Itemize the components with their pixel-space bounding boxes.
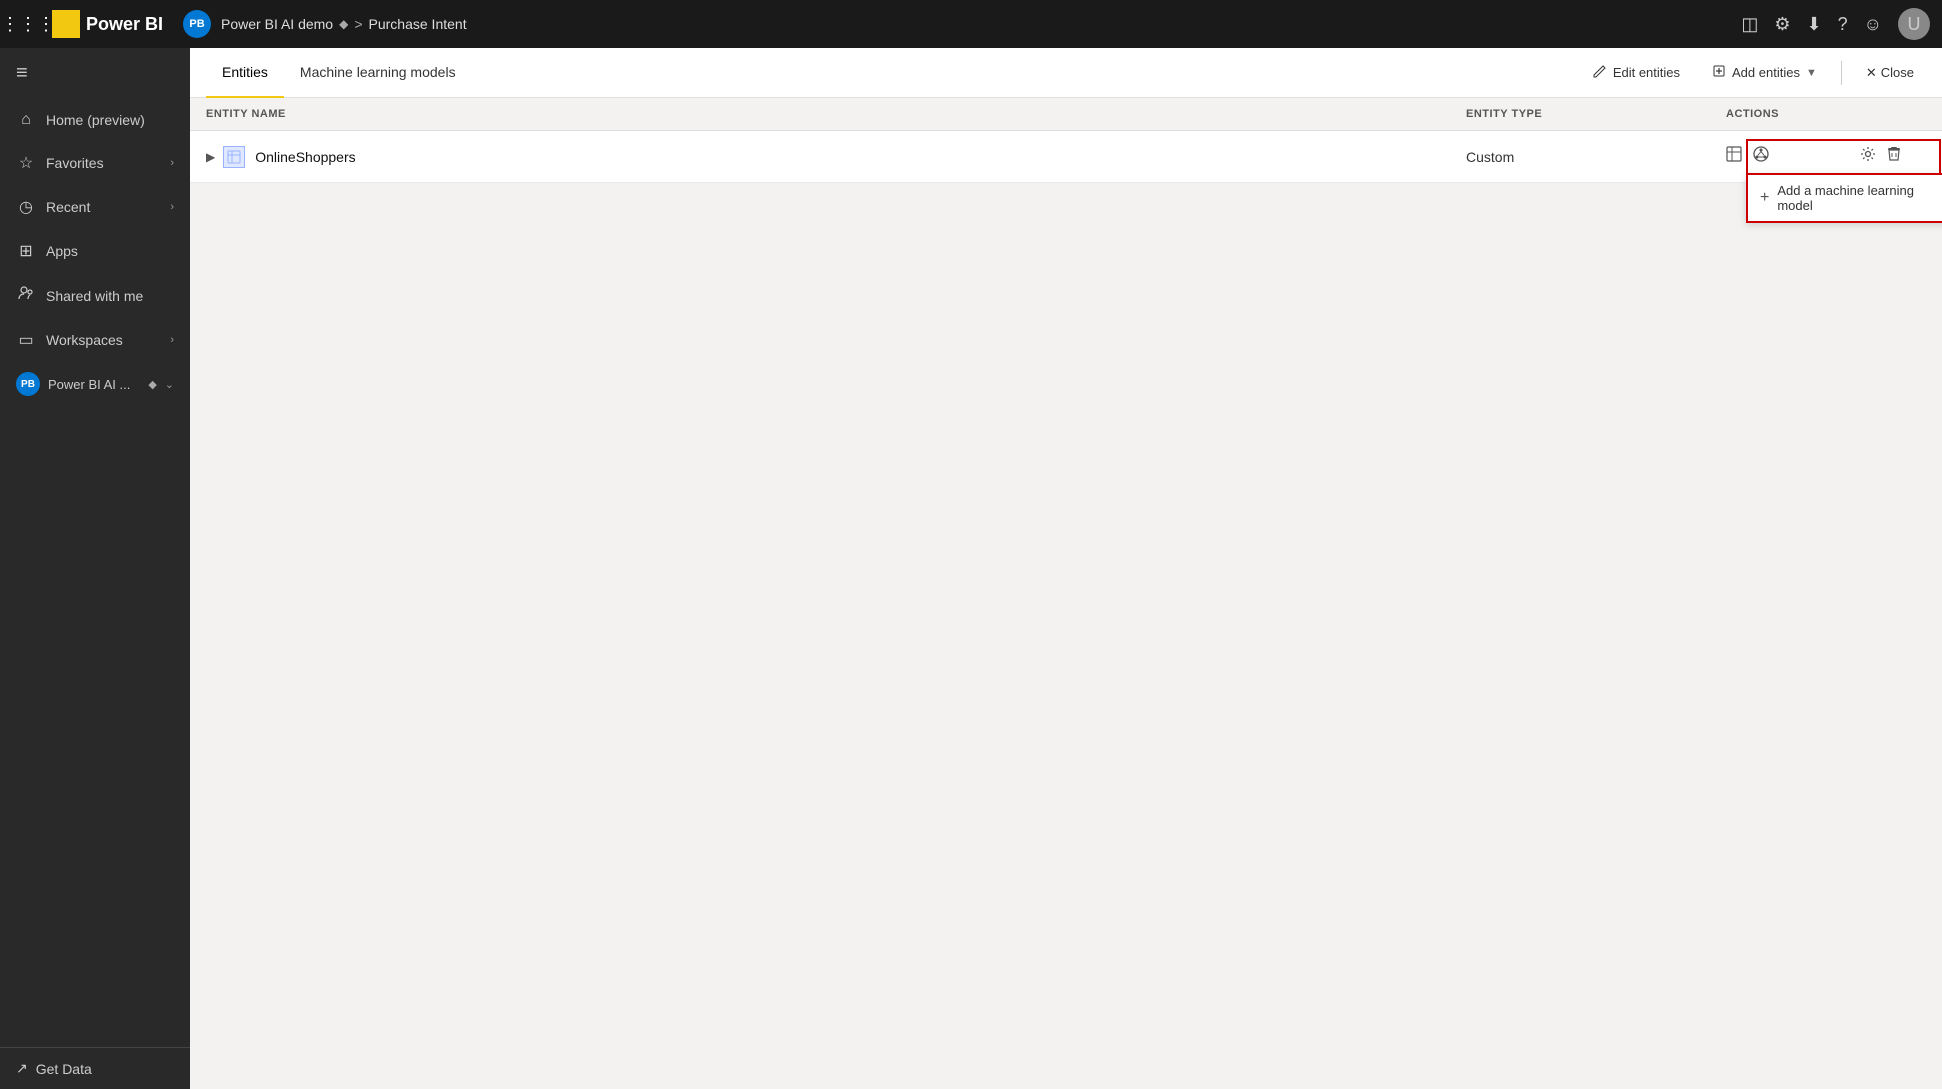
table-area: ENTITY NAME ENTITY TYPE ACTIONS ▶ Online… bbox=[190, 98, 1942, 1089]
sidebar: ≡ ⌂ Home (preview) ☆ Favorites › ◷ Recen… bbox=[0, 48, 190, 1089]
get-data-icon: ↗ bbox=[16, 1060, 28, 1077]
dropdown-arrow-icon[interactable]: ▼ bbox=[1806, 67, 1817, 79]
workspace-diamond-icon: ◆ bbox=[148, 378, 156, 391]
monitor-icon[interactable]: ◫ bbox=[1741, 14, 1758, 35]
powerbi-logo-svg bbox=[57, 15, 75, 33]
add-ml-model-dropdown[interactable]: + Add a machine learning model bbox=[1746, 173, 1942, 223]
main-layout: ≡ ⌂ Home (preview) ☆ Favorites › ◷ Recen… bbox=[0, 48, 1942, 1089]
tab-entities[interactable]: Entities bbox=[206, 48, 284, 98]
breadcrumb-separator: > bbox=[354, 16, 362, 32]
topbar-icons: ◫ ⚙ ⬇ ? ☺ U bbox=[1741, 8, 1930, 40]
close-label: Close bbox=[1881, 65, 1914, 80]
add-ml-model-label: Add a machine learning model bbox=[1777, 183, 1942, 213]
workspace-diamond-icon: ◆ bbox=[339, 17, 348, 31]
workspace-name[interactable]: Power BI AI demo bbox=[221, 16, 333, 32]
chevron-right-icon: › bbox=[170, 201, 174, 213]
toolbar-divider bbox=[1841, 61, 1842, 85]
sidebar-item-label: Favorites bbox=[46, 155, 160, 171]
breadcrumb: PB Power BI AI demo ◆ > Purchase Intent bbox=[183, 10, 1733, 38]
add-entities-label: Add entities bbox=[1732, 65, 1800, 80]
edit-entities-button[interactable]: Edit entities bbox=[1581, 58, 1692, 87]
sidebar-item-workspaces[interactable]: ▭ Workspaces › bbox=[0, 318, 190, 362]
col-header-entity-name: ENTITY NAME bbox=[206, 108, 1466, 120]
sidebar-item-label: Recent bbox=[46, 199, 160, 215]
settings-icon[interactable]: ⚙ bbox=[1774, 14, 1790, 35]
add-entities-button[interactable]: Add entities ▼ bbox=[1700, 58, 1829, 87]
sidebar-get-data[interactable]: ↗ Get Data bbox=[0, 1048, 190, 1089]
help-icon[interactable]: ? bbox=[1838, 14, 1848, 35]
home-icon: ⌂ bbox=[16, 111, 36, 129]
settings-action-icon[interactable] bbox=[1860, 146, 1876, 167]
close-button[interactable]: ✕ Close bbox=[1854, 59, 1926, 87]
sidebar-item-label: Apps bbox=[46, 243, 174, 259]
workspaces-icon: ▭ bbox=[16, 330, 36, 350]
edit-entities-label: Edit entities bbox=[1613, 65, 1680, 80]
logo-icon bbox=[52, 10, 80, 38]
get-data-label: Get Data bbox=[36, 1061, 92, 1077]
action-ml-container: + Add a machine learning model bbox=[1752, 145, 1770, 168]
user-avatar[interactable]: U bbox=[1898, 8, 1930, 40]
plus-icon: + bbox=[1760, 189, 1769, 207]
waffle-button[interactable]: ⋮⋮⋮ bbox=[12, 8, 44, 40]
tab-ml-models[interactable]: Machine learning models bbox=[284, 48, 472, 98]
sidebar-item-home[interactable]: ⌂ Home (preview) bbox=[0, 99, 190, 141]
table-header: ENTITY NAME ENTITY TYPE ACTIONS bbox=[190, 98, 1942, 131]
download-icon[interactable]: ⬇ bbox=[1807, 14, 1822, 35]
entity-table-action-icon[interactable] bbox=[1726, 146, 1742, 167]
smiley-icon[interactable]: ☺ bbox=[1864, 14, 1882, 35]
ml-model-icon[interactable] bbox=[1752, 150, 1770, 167]
app-logo: Power BI bbox=[52, 10, 163, 38]
edit-icon bbox=[1593, 64, 1607, 81]
expand-icon[interactable]: ▶ bbox=[206, 150, 215, 164]
waffle-icon: ⋮⋮⋮ bbox=[1, 14, 55, 35]
chevron-down-icon: ⌄ bbox=[165, 378, 174, 391]
close-icon: ✕ bbox=[1866, 65, 1877, 81]
workspace-avatar: PB bbox=[183, 10, 211, 38]
entity-actions-cell: + Add a machine learning model bbox=[1726, 145, 1926, 168]
sidebar-item-apps[interactable]: ⊞ Apps bbox=[0, 229, 190, 273]
chevron-right-icon: › bbox=[170, 157, 174, 169]
sidebar-item-label: Home (preview) bbox=[46, 112, 174, 128]
sidebar-item-recent[interactable]: ◷ Recent › bbox=[0, 185, 190, 229]
workspace-avatar-small: PB bbox=[16, 372, 40, 396]
entity-type-cell: Custom bbox=[1466, 149, 1726, 165]
favorites-icon: ☆ bbox=[16, 153, 36, 173]
entity-table-icon bbox=[223, 146, 245, 168]
sidebar-workspace-item[interactable]: PB Power BI AI ... ◆ ⌄ bbox=[0, 362, 190, 406]
sidebar-bottom: ↗ Get Data bbox=[0, 1047, 190, 1089]
table-row: ▶ OnlineShoppers Custom bbox=[190, 131, 1942, 183]
sidebar-item-shared[interactable]: Shared with me bbox=[0, 273, 190, 318]
entity-name-cell: OnlineShoppers bbox=[255, 149, 1466, 165]
col-header-actions: ACTIONS bbox=[1726, 108, 1926, 120]
sidebar-menu-button[interactable]: ≡ bbox=[0, 48, 190, 99]
topbar: ⋮⋮⋮ Power BI PB Power BI AI demo ◆ > Pur… bbox=[0, 0, 1942, 48]
sidebar-item-label: Workspaces bbox=[46, 332, 160, 348]
chevron-right-icon: › bbox=[170, 334, 174, 346]
apps-icon: ⊞ bbox=[16, 241, 36, 261]
add-icon bbox=[1712, 64, 1726, 81]
shared-icon bbox=[16, 285, 36, 306]
sidebar-item-favorites[interactable]: ☆ Favorites › bbox=[0, 141, 190, 185]
delete-action-icon[interactable] bbox=[1886, 146, 1902, 167]
toolbar-actions: Edit entities Add entities ▼ ✕ bbox=[1581, 58, 1926, 87]
recent-icon: ◷ bbox=[16, 197, 36, 217]
content-toolbar: Entities Machine learning models Edit en… bbox=[190, 48, 1942, 98]
app-name: Power BI bbox=[86, 14, 163, 35]
col-header-entity-type: ENTITY TYPE bbox=[1466, 108, 1726, 120]
sidebar-item-label: Shared with me bbox=[46, 288, 174, 304]
page-title: Purchase Intent bbox=[369, 16, 467, 32]
workspace-item-label: Power BI AI ... bbox=[48, 377, 140, 392]
content-area: Entities Machine learning models Edit en… bbox=[190, 48, 1942, 1089]
